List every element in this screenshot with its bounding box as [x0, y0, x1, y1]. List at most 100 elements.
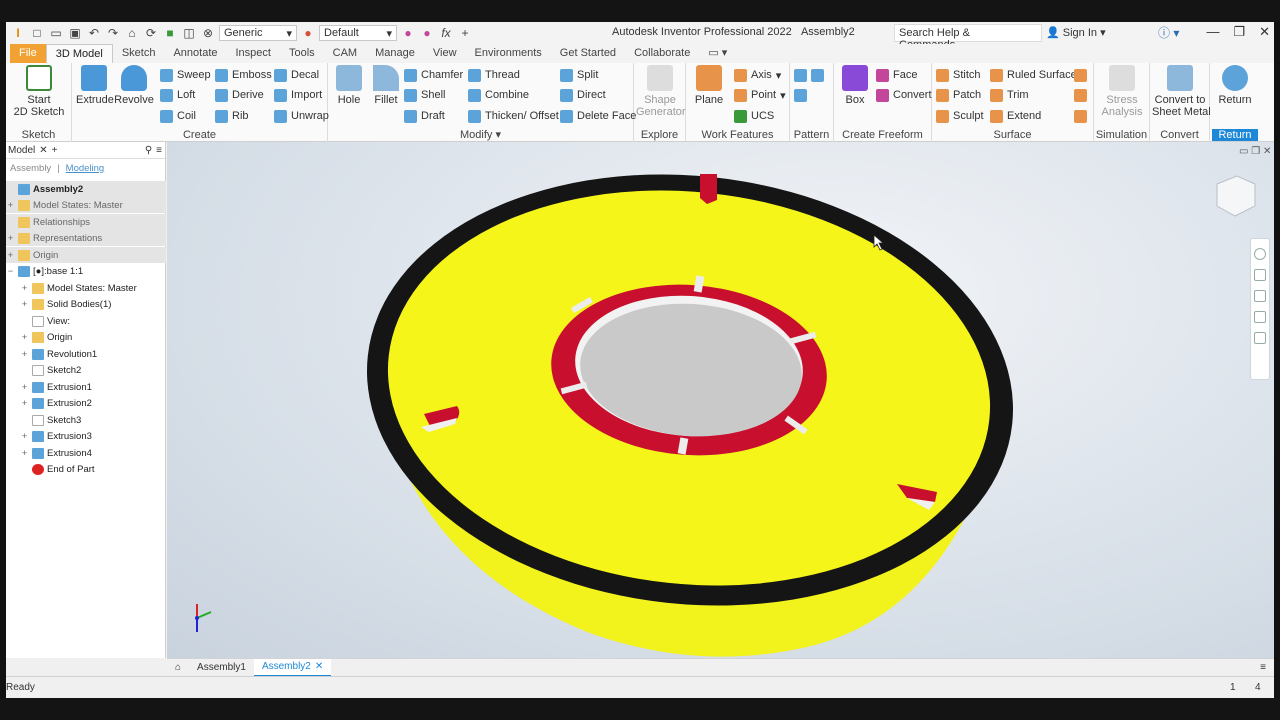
return-button[interactable]: Return: [1212, 65, 1258, 106]
home-icon[interactable]: ⌂: [124, 25, 140, 41]
import-button[interactable]: Import: [274, 87, 322, 103]
tab-file[interactable]: File: [10, 44, 46, 63]
tree-item[interactable]: + Model States: Master: [6, 280, 166, 296]
select-mode-icon[interactable]: ■: [162, 25, 178, 41]
redo-icon[interactable]: ↷: [105, 25, 121, 41]
shell-button[interactable]: Shell: [404, 87, 445, 103]
parameters-fx-icon[interactable]: fx: [438, 25, 454, 41]
trim-button[interactable]: Trim: [990, 87, 1029, 103]
box-button[interactable]: Box: [838, 65, 872, 106]
repair-bodies-button[interactable]: [1074, 87, 1087, 103]
appearance-select[interactable]: Generic ▾: [219, 25, 297, 41]
material-select[interactable]: Default ▾: [319, 25, 397, 41]
open-folder-icon[interactable]: ▭: [48, 25, 64, 41]
zoom-icon[interactable]: [1254, 290, 1266, 302]
tree-item[interactable]: View:: [6, 313, 166, 329]
viewport-restore-icon[interactable]: ▭ ❐ ✕: [1239, 146, 1271, 157]
tabs-menu-icon[interactable]: ≡: [1252, 659, 1274, 677]
emboss-button[interactable]: Emboss: [215, 67, 272, 83]
modeling-mode-link[interactable]: Modeling: [66, 163, 105, 174]
start-2d-sketch-button[interactable]: Start 2D Sketch: [12, 65, 66, 118]
update-icon[interactable]: ⟳: [143, 25, 159, 41]
plane-button[interactable]: Plane: [692, 65, 726, 106]
tree-item[interactable]: Sketch2: [6, 362, 166, 378]
fit-mesh-face-button[interactable]: [1074, 108, 1087, 124]
thicken-offset-button[interactable]: Thicken/ Offset: [468, 108, 559, 124]
extend-button[interactable]: Extend: [990, 108, 1041, 124]
tab-get-started[interactable]: Get Started: [551, 44, 625, 63]
sign-in-button[interactable]: 👤 Sign In ▾: [1046, 26, 1106, 39]
convert-to-sheet-metal-button[interactable]: Convert to Sheet Metal: [1152, 65, 1211, 118]
tree-item[interactable]: + Extrusion1: [6, 379, 166, 395]
ruled-surface-button[interactable]: Ruled Surface: [990, 67, 1077, 83]
minimize-icon[interactable]: —: [1206, 24, 1219, 40]
decal-button[interactable]: Decal: [274, 67, 319, 83]
tree-item[interactable]: + Representations: [6, 230, 166, 246]
tree-item[interactable]: + Origin: [6, 329, 166, 345]
pan-icon[interactable]: [1254, 269, 1266, 281]
delete-face-button[interactable]: Delete Face: [560, 108, 636, 124]
convert-freeform-button[interactable]: Convert: [876, 87, 932, 103]
chamfer-button[interactable]: Chamfer: [404, 67, 463, 83]
restore-icon[interactable]: ❐: [1233, 24, 1245, 40]
revolve-button[interactable]: Revolve: [114, 65, 154, 106]
menu-icon[interactable]: ≡: [156, 145, 165, 156]
assembly-mode-link[interactable]: Assembly: [10, 163, 51, 174]
axis-button[interactable]: Axis ▾: [734, 67, 781, 83]
cancel-icon[interactable]: ⊗: [200, 25, 216, 41]
help-icon[interactable]: ⓘ ▾: [1158, 24, 1179, 41]
tree-item[interactable]: + Origin: [6, 247, 166, 263]
tab-environments[interactable]: Environments: [466, 44, 551, 63]
tree-item[interactable]: + Extrusion2: [6, 395, 166, 411]
tree-item[interactable]: + Model States: Master: [6, 197, 166, 213]
tab-manage[interactable]: Manage: [366, 44, 424, 63]
sweep-button[interactable]: Sweep: [160, 67, 211, 83]
sculpt-button[interactable]: Sculpt: [936, 108, 984, 124]
tree-item[interactable]: − [●]:base 1:1: [6, 263, 166, 279]
new-file-icon[interactable]: □: [29, 25, 45, 41]
steering-wheel-icon[interactable]: [1254, 248, 1266, 260]
save-icon[interactable]: ▣: [67, 25, 83, 41]
point-button[interactable]: Point ▾: [734, 87, 786, 103]
stress-analysis-button[interactable]: Stress Analysis: [1098, 65, 1146, 118]
split-button[interactable]: Split: [560, 67, 598, 83]
coil-button[interactable]: Coil: [160, 108, 196, 124]
graphics-viewport[interactable]: ▭ ❐ ✕: [167, 142, 1274, 658]
fillet-button[interactable]: Fillet: [368, 65, 404, 106]
tab-3d-model[interactable]: 3D Model: [45, 44, 113, 63]
tree-item[interactable]: + Solid Bodies(1): [6, 296, 166, 312]
tab-collaborate[interactable]: Collaborate: [625, 44, 699, 63]
add-tab-icon[interactable]: +: [52, 145, 58, 156]
tree-item[interactable]: + Extrusion4: [6, 445, 166, 461]
tree-item[interactable]: + Extrusion3: [6, 428, 166, 444]
close-icon[interactable]: ✕: [39, 145, 47, 156]
tree-item[interactable]: Assembly2: [6, 181, 166, 197]
direct-button[interactable]: Direct: [560, 87, 606, 103]
search-input[interactable]: Search Help & Commands...: [894, 24, 1042, 51]
tab-view[interactable]: View: [424, 44, 466, 63]
combine-button[interactable]: Combine: [468, 87, 529, 103]
tab-annotate[interactable]: Annotate: [164, 44, 226, 63]
undo-icon[interactable]: ↶: [86, 25, 102, 41]
close-icon[interactable]: ✕: [315, 658, 323, 676]
unwrap-button[interactable]: Unwrap: [274, 108, 329, 124]
tab-cam[interactable]: CAM: [324, 44, 366, 63]
tab-sketch[interactable]: Sketch: [113, 44, 165, 63]
extrude-button[interactable]: Extrude: [76, 65, 114, 106]
ucs-button[interactable]: UCS: [734, 108, 774, 124]
rectangular-pattern-button[interactable]: [794, 67, 824, 83]
search-icon[interactable]: ⚲: [145, 145, 152, 156]
browser-tab-model[interactable]: Model: [8, 145, 35, 156]
appearance-override-icon[interactable]: ●: [400, 25, 416, 41]
replace-face-button[interactable]: [1074, 67, 1087, 83]
tree-item[interactable]: End of Part: [6, 461, 166, 477]
hole-button[interactable]: Hole: [332, 65, 366, 106]
panel-title-modify[interactable]: Modify ▾: [328, 128, 633, 141]
rib-button[interactable]: Rib: [215, 108, 249, 124]
doc-tab-assembly1[interactable]: Assembly1: [189, 659, 254, 677]
tab-tools[interactable]: Tools: [280, 44, 324, 63]
doc-tab-assembly2[interactable]: Assembly2 ✕: [253, 658, 332, 677]
tree-item[interactable]: Sketch3: [6, 412, 166, 428]
face-button[interactable]: Face: [876, 67, 917, 83]
view-cube-icon[interactable]: [1216, 175, 1256, 217]
